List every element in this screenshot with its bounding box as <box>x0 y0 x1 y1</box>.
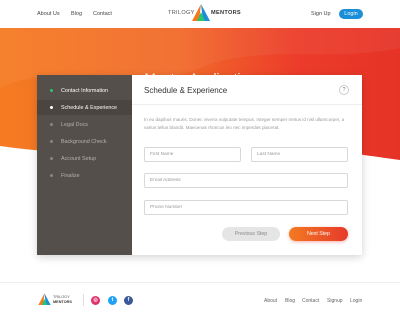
step-account-setup[interactable]: Account Setup <box>37 151 132 166</box>
step-status-dot <box>50 140 53 143</box>
logo-mountain-icon <box>192 4 210 21</box>
nav-contact-link[interactable]: Contact <box>93 11 112 17</box>
step-label: Background Check <box>61 138 107 145</box>
step-label: Legal Docs <box>61 121 88 128</box>
form-description: In eu dapibus mauris. Donec viverra vulp… <box>144 117 345 130</box>
footer-login-link[interactable]: Login <box>350 298 362 304</box>
top-nav: About Us Blog Contact TRILOGY MENTORS Si… <box>0 0 400 28</box>
nav-about-us-link[interactable]: About Us <box>37 11 60 17</box>
step-status-dot <box>50 174 53 177</box>
footer-contact-link[interactable]: Contact <box>302 298 319 304</box>
footer-logo[interactable]: TRILOGY MENTORS <box>37 292 77 308</box>
login-button[interactable]: Login <box>339 9 363 19</box>
previous-step-button[interactable]: Previous Step <box>222 227 280 241</box>
footer-signup-link[interactable]: Signup <box>327 298 343 304</box>
help-button[interactable]: ? <box>339 85 349 95</box>
logo-text-mentors: MENTORS <box>211 10 241 16</box>
step-schedule-experience[interactable]: Schedule & Experience <box>37 100 132 115</box>
step-status-dot <box>50 106 53 109</box>
step-background-check[interactable]: Background Check <box>37 134 132 149</box>
form-divider <box>132 104 362 105</box>
step-status-dot <box>50 89 53 92</box>
step-legal-docs[interactable]: Legal Docs <box>37 117 132 132</box>
step-status-dot <box>50 123 53 126</box>
trilogy-mentors-logo[interactable]: TRILOGY MENTORS <box>168 3 241 25</box>
sign-up-link[interactable]: Sign Up <box>311 11 331 17</box>
nav-blog-link[interactable]: Blog <box>71 11 82 17</box>
facebook-icon[interactable]: f <box>124 296 133 305</box>
footer-blog-link[interactable]: Blog <box>285 298 295 304</box>
phone-field[interactable] <box>144 200 348 215</box>
last-name-field[interactable] <box>251 147 348 162</box>
next-step-button[interactable]: Next Step <box>289 227 348 241</box>
step-finalize[interactable]: Finalize <box>37 168 132 183</box>
application-card: Contact Information Schedule & Experienc… <box>37 75 362 255</box>
twitter-icon[interactable]: t <box>108 296 117 305</box>
footer-logo-text-mentors: MENTORS <box>53 300 72 304</box>
footer-separator <box>83 294 84 306</box>
form-title: Schedule & Experience <box>144 86 228 95</box>
step-contact-information[interactable]: Contact Information <box>37 83 132 98</box>
instagram-icon[interactable]: ◎ <box>91 296 100 305</box>
footer-logo-mountain-icon <box>38 293 51 305</box>
application-form: Schedule & Experience ? In eu dapibus ma… <box>132 75 362 255</box>
step-label: Schedule & Experience <box>61 104 118 111</box>
footer-divider <box>0 282 400 283</box>
steps-sidebar: Contact Information Schedule & Experienc… <box>37 75 132 255</box>
footer-logo-text-trilogy: TRILOGY <box>53 295 70 299</box>
step-label: Account Setup <box>61 155 97 162</box>
email-field[interactable] <box>144 173 348 188</box>
first-name-field[interactable] <box>144 147 241 162</box>
step-label: Contact Information <box>61 87 109 94</box>
step-label: Finalize <box>61 172 80 179</box>
step-status-dot <box>50 157 53 160</box>
footer-about-link[interactable]: About <box>264 298 277 304</box>
